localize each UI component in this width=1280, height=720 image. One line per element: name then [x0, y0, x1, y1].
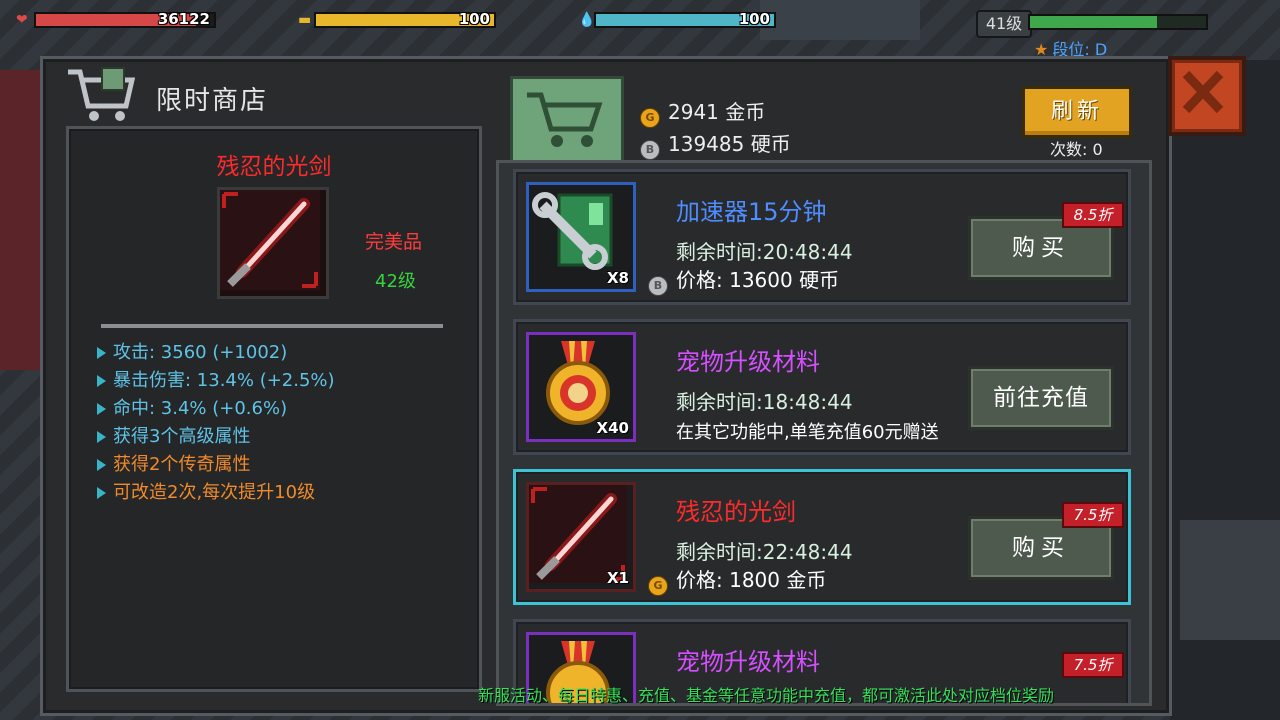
gold-amount: 2941 金币	[668, 100, 766, 124]
divider	[101, 324, 443, 328]
burger-icon: ▬	[298, 12, 312, 28]
item-remaining-time: 剩余时间:22:48:44	[676, 540, 853, 564]
item-quantity: X1	[606, 569, 629, 587]
item-icon-frame: X8	[526, 182, 636, 292]
player-level-badge: 41级	[976, 10, 1032, 38]
shopping-cart-icon	[527, 92, 603, 147]
water-bar: 100	[594, 10, 776, 28]
shopping-cart-icon	[68, 67, 136, 121]
stat-item: 获得3个高级属性	[95, 423, 335, 451]
background-furniture	[1180, 520, 1280, 640]
item-description: 在其它功能中,单笔充值60元赠送	[676, 422, 939, 443]
silver-coin-icon: B	[648, 276, 668, 296]
detail-item-frame	[217, 187, 329, 299]
gold-coin-icon: G	[640, 108, 660, 128]
shop-tab[interactable]	[510, 76, 624, 164]
shop-title: 限时商店	[156, 86, 269, 116]
item-price-text: 价格: 13600 硬币	[676, 268, 840, 292]
xp-bar	[1028, 14, 1208, 30]
background-building	[760, 0, 920, 40]
stat-item: 暴击伤害: 13.4% (+2.5%)	[95, 367, 335, 395]
go-recharge-button[interactable]: 前往充值	[968, 366, 1114, 430]
gold-coin-icon: G	[648, 576, 668, 596]
silver-balance: B 139485 硬币	[640, 128, 791, 160]
discount-badge: 7.5折	[1062, 502, 1124, 528]
item-remaining-time: 剩余时间:18:48:44	[676, 390, 853, 414]
item-quantity: X40	[596, 419, 629, 437]
food-value: 100	[458, 10, 490, 28]
item-detail-panel: 残忍的光剑 完美品 42级 攻击: 3560 (+1002) 暴击伤害: 13.…	[66, 126, 482, 692]
silver-amount: 139485 硬币	[668, 132, 791, 156]
stat-list: 攻击: 3560 (+1002) 暴击伤害: 13.4% (+2.5%) 命中:…	[95, 339, 335, 507]
stat-item: 命中: 3.4% (+0.6%)	[95, 395, 335, 423]
water-value: 100	[738, 10, 770, 28]
item-name: 宠物升级材料	[676, 648, 820, 676]
close-button[interactable]	[1168, 56, 1246, 136]
item-name: 加速器15分钟	[676, 198, 827, 226]
stat-item: 获得2个传奇属性	[95, 451, 335, 479]
refresh-button[interactable]: 刷新	[1022, 86, 1132, 138]
shop-item-accelerator: X8 加速器15分钟 剩余时间:20:48:44 B 价格: 13600 硬币 购…	[513, 169, 1131, 305]
water-drop-icon: 💧	[578, 12, 596, 28]
food-bar: 100	[314, 10, 496, 28]
item-name: 宠物升级材料	[676, 348, 820, 376]
item-icon-frame: X1	[526, 482, 636, 592]
detail-level: 42级	[375, 271, 416, 292]
refresh-count: 次数: 0	[1050, 140, 1103, 159]
detail-item-name: 残忍的光剑	[216, 154, 332, 180]
gold-balance: G 2941 金币	[640, 96, 765, 128]
health-bar: 36122	[34, 10, 216, 28]
item-price-text: 价格: 1800 金币	[676, 568, 827, 592]
discount-badge: 8.5折	[1062, 202, 1124, 228]
promo-footer-note: 新服活动、每日特惠、充值、基金等任意功能中充值，都可激活此处对应档位奖励	[478, 686, 1055, 705]
item-price: B 价格: 13600 硬币	[648, 264, 839, 296]
health-value: 36122	[157, 10, 210, 28]
item-name: 残忍的光剑	[676, 498, 796, 526]
stat-item: 可改造2次,每次提升10级	[95, 479, 335, 507]
stat-item: 攻击: 3560 (+1002)	[95, 339, 335, 367]
heart-icon: ❤	[16, 12, 28, 28]
lightsaber-icon	[220, 190, 320, 290]
background-building	[0, 70, 40, 370]
item-quantity: X8	[606, 269, 629, 287]
close-icon	[1182, 70, 1224, 114]
discount-badge: 7.5折	[1062, 652, 1124, 678]
item-price: G 价格: 1800 金币	[648, 564, 826, 596]
detail-quality: 完美品	[365, 231, 423, 253]
shop-item-lightsaber: X1 残忍的光剑 剩余时间:22:48:44 G 价格: 1800 金币 购买 7…	[513, 469, 1131, 605]
item-icon-frame: X40	[526, 332, 636, 442]
shop-item-list[interactable]: X8 加速器15分钟 剩余时间:20:48:44 B 价格: 13600 硬币 购…	[496, 160, 1152, 706]
shop-item-pet-material: X40 宠物升级材料 剩余时间:18:48:44 在其它功能中,单笔充值60元赠…	[513, 319, 1131, 455]
silver-coin-icon: B	[640, 140, 660, 160]
xp-bar-fill	[1030, 16, 1157, 28]
item-remaining-time: 剩余时间:20:48:44	[676, 240, 853, 264]
